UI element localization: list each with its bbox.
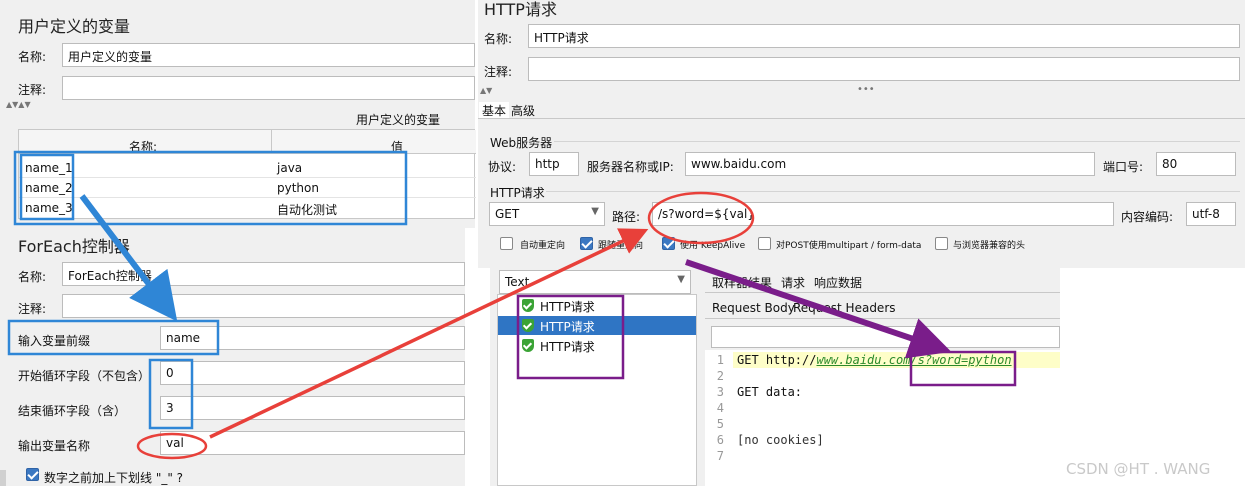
blue-arrow: [79, 194, 178, 322]
highlight-box-range: [148, 358, 194, 430]
highlight-box-prefix: [7, 319, 220, 356]
highlight-box-names: [19, 153, 75, 221]
highlight-ellipse-path: [647, 191, 755, 245]
purple-arrow: [685, 259, 952, 359]
highlight-box-tree: [516, 294, 625, 380]
highlight-ellipse-val: [136, 432, 208, 460]
annotation-overlay: [7, 150, 1017, 460]
red-arrow: [209, 228, 649, 439]
highlight-box-word: [909, 350, 1017, 387]
